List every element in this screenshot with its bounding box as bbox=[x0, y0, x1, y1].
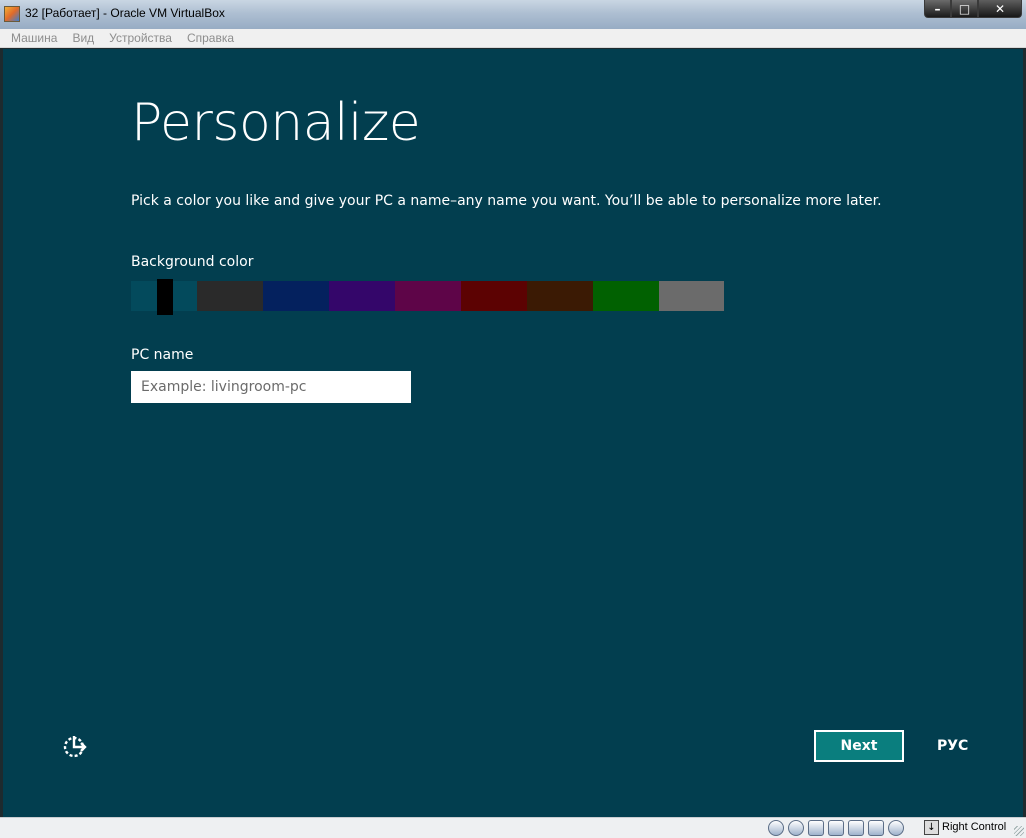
background-color-label: Background color bbox=[131, 254, 254, 270]
device-status-icons bbox=[768, 820, 904, 836]
menu-bar: Машина Вид Устройства Справка bbox=[0, 29, 1026, 48]
selected-swatch-marker bbox=[157, 279, 173, 315]
menu-devices[interactable]: Устройства bbox=[109, 31, 172, 45]
pc-name-input[interactable] bbox=[131, 371, 411, 403]
color-swatch[interactable] bbox=[197, 281, 263, 311]
window-titlebar: 32 [Работает] - Oracle VM VirtualBox – □… bbox=[0, 0, 1026, 30]
page-subtitle: Pick a color you like and give your PC a… bbox=[131, 193, 882, 209]
optical-disk-icon[interactable] bbox=[788, 820, 804, 836]
language-indicator[interactable]: РУС bbox=[937, 738, 968, 754]
minimize-button[interactable]: – bbox=[924, 0, 951, 18]
color-swatch[interactable] bbox=[131, 279, 197, 315]
guest-screen[interactable]: Personalize Pick a color you like and gi… bbox=[3, 49, 1023, 817]
menu-machine[interactable]: Машина bbox=[11, 31, 57, 45]
menu-view[interactable]: Вид bbox=[72, 31, 94, 45]
close-button[interactable]: ✕ bbox=[978, 0, 1022, 18]
color-swatch[interactable] bbox=[263, 281, 329, 311]
next-button[interactable]: Next bbox=[814, 730, 904, 762]
network-icon[interactable] bbox=[828, 820, 844, 836]
usb-icon[interactable] bbox=[808, 820, 824, 836]
color-swatch[interactable] bbox=[395, 281, 461, 311]
ease-of-access-icon[interactable] bbox=[61, 732, 89, 760]
resize-grip[interactable] bbox=[1014, 826, 1024, 836]
hard-disk-icon[interactable] bbox=[768, 820, 784, 836]
display-icon[interactable] bbox=[868, 820, 884, 836]
host-key-arrow-icon: ↓ bbox=[924, 820, 939, 835]
shared-folder-icon[interactable] bbox=[848, 820, 864, 836]
color-swatch-row bbox=[131, 279, 724, 315]
color-swatch[interactable] bbox=[527, 281, 593, 311]
virtualbox-app-icon bbox=[4, 6, 20, 22]
window-title: 32 [Работает] - Oracle VM VirtualBox bbox=[25, 6, 225, 20]
window-controls: – □ ✕ bbox=[924, 0, 1022, 18]
maximize-button[interactable]: □ bbox=[951, 0, 978, 18]
pc-name-label: PC name bbox=[131, 347, 194, 363]
menu-help[interactable]: Справка bbox=[187, 31, 234, 45]
page-title: Personalize bbox=[131, 93, 421, 153]
color-swatch[interactable] bbox=[461, 281, 527, 311]
capture-icon[interactable] bbox=[888, 820, 904, 836]
host-key-label: Right Control bbox=[942, 821, 1007, 833]
color-swatch[interactable] bbox=[329, 281, 395, 311]
color-swatch[interactable] bbox=[593, 281, 659, 311]
status-bar: ↓ Right Control bbox=[0, 817, 1026, 838]
color-swatch[interactable] bbox=[659, 281, 724, 311]
